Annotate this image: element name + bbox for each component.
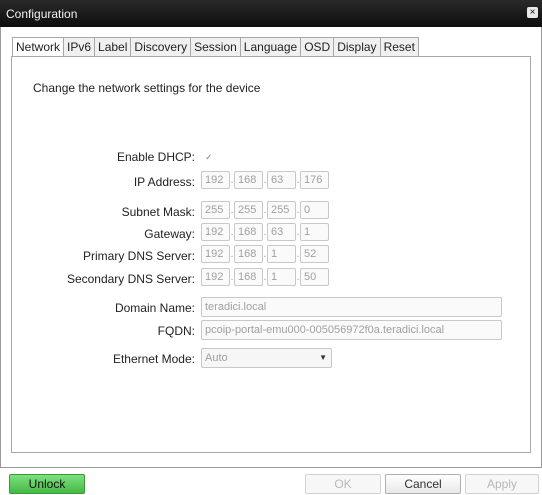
subnet-mask-input: 255. 255. 255. 0 (201, 201, 329, 219)
primary-dns-octet-2[interactable]: 168 (234, 245, 263, 263)
tab-display[interactable]: Display (334, 37, 381, 57)
tab-bar: Network IPv6 Label Discovery Session Lan… (12, 37, 419, 58)
subnet-mask-octet-3[interactable]: 255 (267, 201, 296, 219)
gateway-label: Gateway: (144, 227, 195, 241)
subnet-mask-octet-1[interactable]: 255 (201, 201, 230, 219)
tab-discovery[interactable]: Discovery (131, 37, 192, 57)
close-icon[interactable]: × (527, 7, 538, 18)
primary-dns-octet-4[interactable]: 52 (300, 245, 329, 263)
secondary-dns-octet-2[interactable]: 168 (234, 268, 263, 286)
primary-dns-input: 192. 168. 1. 52 (201, 245, 329, 263)
ip-address-octet-2[interactable]: 168 (234, 171, 263, 189)
primary-dns-label: Primary DNS Server: (82, 249, 195, 263)
domain-name-label: Domain Name: (114, 301, 195, 315)
tab-reset[interactable]: Reset (380, 37, 419, 57)
tab-language[interactable]: Language (240, 37, 302, 57)
cancel-button[interactable]: Cancel (385, 474, 461, 494)
subnet-mask-octet-4[interactable]: 0 (300, 201, 329, 219)
secondary-dns-octet-4[interactable]: 50 (300, 268, 329, 286)
gateway-input: 192. 168. 63. 1 (201, 223, 329, 241)
ip-address-octet-4[interactable]: 176 (300, 171, 329, 189)
unlock-button[interactable]: Unlock (9, 474, 85, 494)
tab-network[interactable]: Network (12, 37, 65, 58)
ethernet-mode-label: Ethernet Mode: (112, 352, 195, 366)
ip-address-octet-1[interactable]: 192 (201, 171, 230, 189)
fqdn-label: FQDN: (157, 324, 195, 338)
subnet-mask-label: Subnet Mask: (121, 205, 195, 219)
subnet-mask-octet-2[interactable]: 255 (234, 201, 263, 219)
tab-osd[interactable]: OSD (301, 37, 335, 57)
ok-button[interactable]: OK (305, 474, 381, 494)
panel-description: Change the network settings for the devi… (33, 81, 261, 95)
primary-dns-octet-3[interactable]: 1 (267, 245, 296, 263)
title-bar: Configuration × (0, 0, 542, 27)
fqdn-field[interactable]: pcoip-portal-emu000-005056972f0a.teradic… (201, 320, 502, 340)
secondary-dns-octet-3[interactable]: 1 (267, 268, 296, 286)
tab-ipv6[interactable]: IPv6 (64, 37, 96, 57)
ip-address-octet-3[interactable]: 63 (267, 171, 296, 189)
ip-address-input: 192. 168. 63. 176 (201, 171, 329, 189)
gateway-octet-2[interactable]: 168 (234, 223, 263, 241)
domain-name-field[interactable]: teradici.local (201, 297, 502, 317)
secondary-dns-label: Secondary DNS Server: (66, 272, 195, 286)
gateway-octet-4[interactable]: 1 (300, 223, 329, 241)
ethernet-mode-select[interactable]: Auto ▼ (201, 348, 332, 368)
enable-dhcp-label: Enable DHCP: (116, 150, 195, 164)
secondary-dns-octet-1[interactable]: 192 (201, 268, 230, 286)
tab-session[interactable]: Session (191, 37, 241, 57)
secondary-dns-input: 192. 168. 1. 50 (201, 268, 329, 286)
ip-address-label: IP Address: (133, 175, 195, 189)
tab-label[interactable]: Label (95, 37, 132, 57)
gateway-octet-3[interactable]: 63 (267, 223, 296, 241)
chevron-down-icon[interactable]: ▼ (319, 349, 327, 367)
gateway-octet-1[interactable]: 192 (201, 223, 230, 241)
window-title: Configuration (6, 7, 78, 21)
apply-button[interactable]: Apply (465, 474, 539, 494)
ethernet-mode-value: Auto (205, 352, 228, 364)
enable-dhcp-checkbox[interactable]: ✓ (205, 153, 213, 162)
primary-dns-octet-1[interactable]: 192 (201, 245, 230, 263)
